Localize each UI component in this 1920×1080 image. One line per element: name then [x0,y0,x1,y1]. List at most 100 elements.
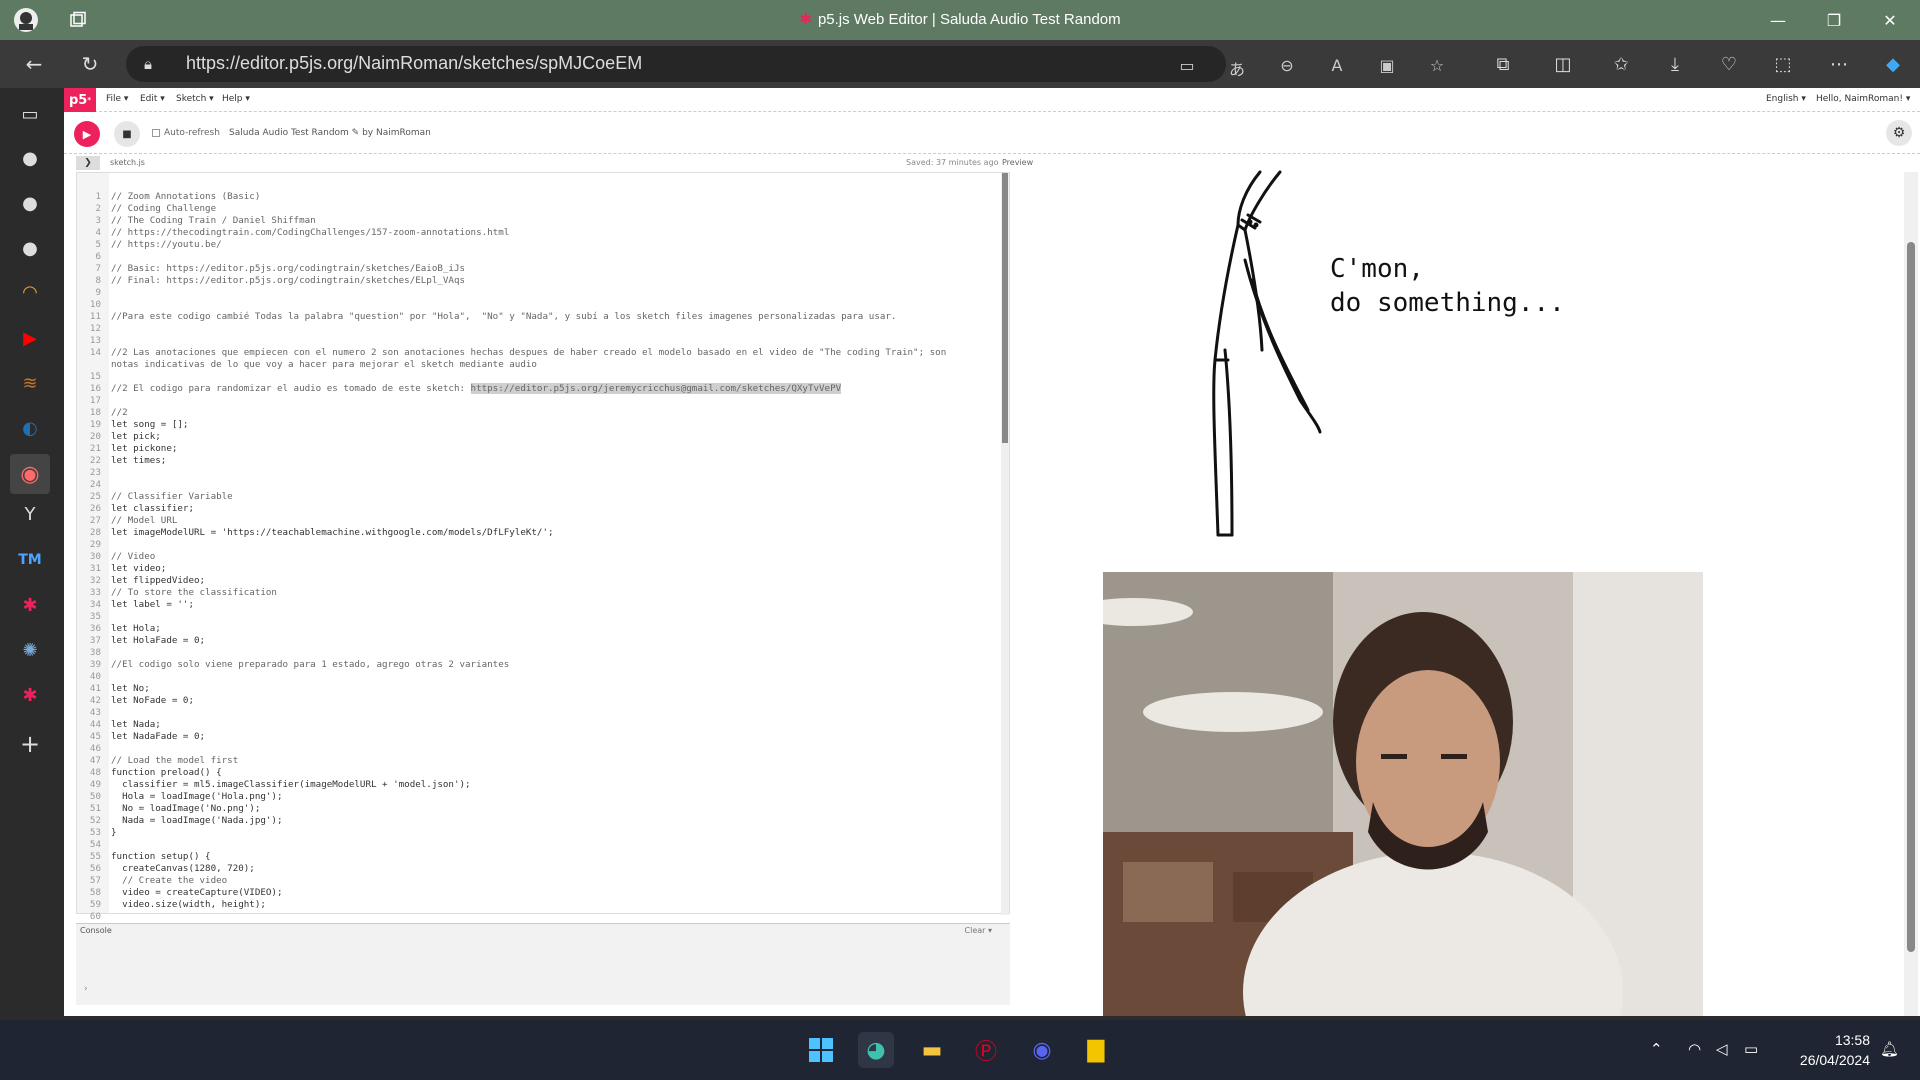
favorites-icon[interactable]: ✩ [1608,54,1634,75]
code-line[interactable]: 15 [77,371,997,383]
code-text[interactable]: // Create the video [111,875,227,887]
extensions-icon[interactable]: ⧉ [1490,54,1516,75]
pinterest-icon[interactable]: Ⓟ [968,1032,1004,1068]
battery-icon[interactable]: ▭ [1744,1040,1758,1058]
code-text[interactable]: // The Coding Train / Daniel Shiffman [111,215,316,227]
code-text[interactable]: let NadaFade = 0; [111,731,205,743]
code-line[interactable]: 6 [77,251,997,263]
code-text[interactable]: } [111,827,117,839]
code-line[interactable]: 31 let video; [77,563,997,575]
code-line[interactable]: 57 // Create the video [77,875,997,887]
github-icon[interactable]: ● [16,189,44,217]
p5-logo[interactable]: p5 * [64,88,96,112]
code-line[interactable]: 21 let pickone; [77,443,997,455]
code-text[interactable]: let Nada; [111,719,161,731]
code-text[interactable]: // Load the model first [111,755,238,767]
code-line[interactable]: 50 Hola = loadImage('Hola.png'); [77,791,997,803]
p5-star-icon[interactable]: ✱ [16,591,44,619]
code-text[interactable]: let song = []; [111,419,188,431]
code-line[interactable]: 32 let flippedVideo; [77,575,997,587]
code-line[interactable]: 25 // Classifier Variable [77,491,997,503]
code-line[interactable]: 54 [77,839,997,851]
menu-edit[interactable]: Edit ▾ [140,94,165,104]
translate-icon[interactable]: あ [1226,56,1248,80]
code-line[interactable]: 7 // Basic: https://editor.p5js.org/codin… [77,263,997,275]
checkbox[interactable] [152,129,160,137]
notifications-bell-icon[interactable]: 🔔︎ [1880,1040,1899,1058]
chatgpt-icon[interactable]: ✺ [16,636,44,664]
code-text[interactable]: No = loadImage('No.png'); [111,803,260,815]
code-line[interactable]: 51 No = loadImage('No.png'); [77,803,997,815]
code-text[interactable]: // Zoom Annotations (Basic) [111,191,260,203]
favorite-star-icon[interactable]: ☆ [1426,56,1448,75]
code-line[interactable]: 38 [77,647,997,659]
tm-app-icon[interactable]: TM [16,546,44,574]
code-line[interactable]: 14 //2 Las anotaciones que empiecen con e… [77,347,997,371]
user-menu[interactable]: Hello, NaimRoman! ▾ [1816,94,1910,104]
scroll-thumb[interactable] [1002,173,1008,443]
code-text[interactable]: // Coding Challenge [111,203,216,215]
add-icon[interactable]: + [16,730,44,758]
preview-scrollbar[interactable] [1904,172,1918,1016]
code-line[interactable]: 59 video.size(width, height); [77,899,997,911]
app-icon[interactable]: ◐ [16,414,44,442]
arc-app-icon[interactable]: ◠ [16,278,44,306]
menu-file[interactable]: File ▾ [106,94,128,104]
app-icon[interactable]: ▇ [1078,1032,1114,1068]
code-text[interactable]: // Video [111,551,155,563]
url-text[interactable]: https://editor.p5js.org/NaimRoman/sketch… [186,53,642,74]
code-line[interactable]: 20 let pick; [77,431,997,443]
code-line[interactable]: 29 [77,539,997,551]
copilot-icon[interactable]: ◆ [1880,54,1906,75]
code-line[interactable]: 58 video = createCapture(VIDEO); [77,887,997,899]
code-line[interactable]: 44 let Nada; [77,719,997,731]
code-text[interactable]: let label = ''; [111,599,194,611]
code-line[interactable]: 2 // Coding Challenge [77,203,997,215]
github-icon[interactable]: ● [16,234,44,262]
code-line[interactable]: 40 [77,671,997,683]
code-lines[interactable]: 1 // Zoom Annotations (Basic) 2 // Coding C… [77,191,997,923]
github-icon[interactable]: ● [16,144,44,172]
app-icon[interactable]: Y [16,500,44,528]
code-line[interactable]: 33 // To store the classification [77,587,997,599]
read-aloud-icon[interactable]: A [1326,56,1348,75]
discord-icon[interactable]: ◉ [1024,1032,1060,1068]
code-line[interactable]: 23 [77,467,997,479]
code-line[interactable]: 37 let HolaFade = 0; [77,635,997,647]
app-available-icon[interactable]: ▣ [1376,56,1398,75]
code-line[interactable]: 30 // Video [77,551,997,563]
edge-browser-icon[interactable]: ◕ [858,1032,894,1068]
code-text[interactable]: Hola = loadImage('Hola.png'); [111,791,282,803]
reload-button[interactable]: ↻ [74,48,106,80]
code-line[interactable]: 43 [77,707,997,719]
menu-sketch[interactable]: Sketch ▾ [176,94,214,104]
code-line[interactable]: 41 let No; [77,683,997,695]
code-line[interactable]: 60 [77,911,997,923]
wifi-icon[interactable]: ◠ [1688,1040,1701,1058]
split-screen-icon[interactable]: ◫ [1550,54,1576,75]
code-editor[interactable]: 1 // Zoom Annotations (Basic) 2 // Coding C… [76,172,1010,922]
minimize-button[interactable]: — [1750,0,1806,40]
screenshot-icon[interactable]: ⬚ [1770,54,1796,75]
code-line[interactable]: 16 //2 El codigo para randomizar el audio… [77,383,997,395]
code-text[interactable]: //El codigo solo viene preparado para 1 … [111,659,509,671]
code-line[interactable]: 56 createCanvas(1280, 720); [77,863,997,875]
code-line[interactable]: 10 [77,299,997,311]
code-text[interactable]: function setup() { [111,851,211,863]
language-select[interactable]: English ▾ [1766,94,1806,104]
code-text[interactable]: // Classifier Variable [111,491,233,503]
code-line[interactable]: 52 Nada = loadImage('Nada.jpg'); [77,815,997,827]
code-text[interactable]: //Para este codigo cambié Todas la palab… [111,311,896,323]
p5-star-icon[interactable]: ✱ [16,681,44,709]
code-text[interactable]: let classifier; [111,503,194,515]
sketch-name[interactable]: Saluda Audio Test Random ✎ by NaimRoman [229,128,431,138]
zoom-icon[interactable]: ⊖ [1276,56,1298,75]
address-bar[interactable]: 🔒︎ https://editor.p5js.org/NaimRoman/ske… [126,46,1226,82]
restore-button[interactable]: ❐ [1806,0,1862,40]
more-icon[interactable]: ⋯ [1826,54,1852,75]
code-line[interactable]: 34 let label = ''; [77,599,997,611]
record-app-icon[interactable]: ◉ [10,454,50,494]
code-line[interactable]: 55 function setup() { [77,851,997,863]
code-line[interactable]: 47 // Load the model first [77,755,997,767]
code-line[interactable]: 3 // The Coding Train / Daniel Shiffman [77,215,997,227]
